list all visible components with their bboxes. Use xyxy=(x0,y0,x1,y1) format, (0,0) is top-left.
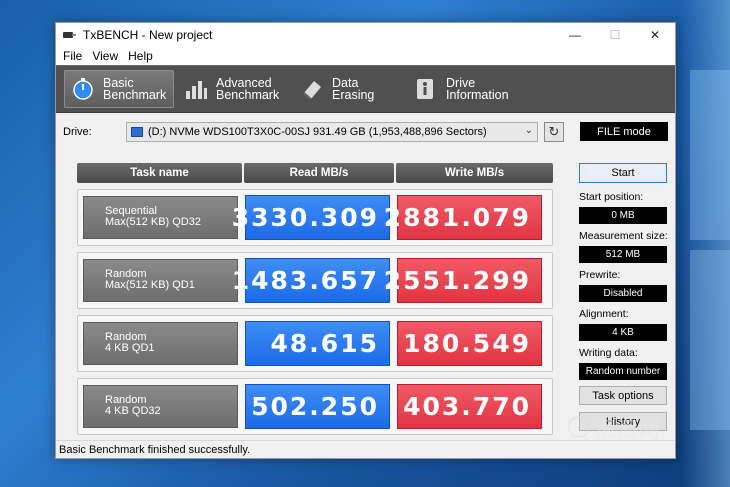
eraser-icon xyxy=(303,81,321,100)
menu-view[interactable]: View xyxy=(87,49,123,63)
task-name-button[interactable]: Random 4 KB QD32 xyxy=(83,385,238,428)
toolbar: Basic Benchmark Advanced Benchmark Data … xyxy=(56,65,675,113)
write-value: 2551.299 xyxy=(384,258,542,303)
app-window: TxBENCH - New project — ☐ ✕ File View He… xyxy=(55,22,676,459)
results-grid: Task name Read MB/s Write MB/s Sequentia… xyxy=(77,163,553,435)
tab-drive-information[interactable]: Drive Information xyxy=(408,70,520,108)
info-icon xyxy=(417,79,433,99)
task-name-button[interactable]: Sequential Max(512 KB) QD32 xyxy=(83,196,238,239)
start-button[interactable]: Start xyxy=(579,163,667,183)
header-write: Write MB/s xyxy=(396,163,553,183)
window-title: TxBENCH - New project xyxy=(83,28,213,42)
tab-label: Basic Benchmark xyxy=(103,76,167,102)
minimize-button[interactable]: — xyxy=(555,23,595,47)
task-name-button[interactable]: Random Max(512 KB) QD1 xyxy=(83,259,238,302)
app-drive-icon xyxy=(63,30,77,40)
start-position-label: Start position: xyxy=(579,191,644,203)
watermark: 泡泡网 xyxy=(568,412,698,442)
read-value: 48.615 xyxy=(245,321,390,366)
chevron-down-icon: ⌄ xyxy=(524,125,533,136)
drive-label: Drive: xyxy=(63,126,92,138)
tab-data-erasing[interactable]: Data Erasing xyxy=(294,70,404,108)
maximize-button[interactable]: ☐ xyxy=(595,23,635,47)
read-value: 502.250 xyxy=(245,384,390,429)
header-task-name: Task name xyxy=(77,163,242,183)
refresh-button[interactable]: ↻ xyxy=(544,122,564,142)
prewrite-label: Prewrite: xyxy=(579,269,621,281)
writing-data-label: Writing data: xyxy=(579,347,638,359)
result-row: Random 4 KB QD32 502.250 403.770 xyxy=(77,378,553,435)
menu-bar: File View Help xyxy=(56,47,675,65)
alignment-value[interactable]: 4 KB xyxy=(579,324,667,341)
header-read: Read MB/s xyxy=(244,163,394,183)
measurement-size-label: Measurement size: xyxy=(579,230,668,242)
watermark-logo-icon xyxy=(568,416,590,438)
menu-help[interactable]: Help xyxy=(123,49,158,63)
measurement-size-value[interactable]: 512 MB xyxy=(579,246,667,263)
write-value: 2881.079 xyxy=(384,195,542,240)
task-name-button[interactable]: Random 4 KB QD1 xyxy=(83,322,238,365)
write-value: 180.549 xyxy=(397,321,542,366)
stopwatch-icon xyxy=(73,78,93,100)
tab-label: Drive Information xyxy=(446,76,509,102)
task-options-button[interactable]: Task options xyxy=(579,386,667,405)
desktop-window-pane xyxy=(690,70,730,240)
title-bar: TxBENCH - New project — ☐ ✕ xyxy=(56,23,675,47)
file-mode-badge[interactable]: FILE mode xyxy=(580,122,668,141)
close-button[interactable]: ✕ xyxy=(635,23,675,47)
watermark-text: 泡泡网 xyxy=(594,417,661,442)
settings-panel: Start Start position: 0 MB Measurement s… xyxy=(579,163,669,431)
menu-file[interactable]: File xyxy=(58,49,87,63)
alignment-label: Alignment: xyxy=(579,308,629,320)
drive-icon xyxy=(131,127,143,137)
result-row: Random 4 KB QD1 48.615 180.549 xyxy=(77,315,553,372)
drive-selected-value: (D:) NVMe WDS100T3X0C-00SJ 931.49 GB (1,… xyxy=(148,126,487,138)
tab-basic-benchmark[interactable]: Basic Benchmark xyxy=(64,70,174,108)
write-value: 403.770 xyxy=(397,384,542,429)
tab-label: Advanced Benchmark xyxy=(216,76,280,102)
result-row: Random Max(512 KB) QD1 1483.657 2551.299 xyxy=(77,252,553,309)
read-value: 1483.657 xyxy=(232,258,390,303)
tab-advanced-benchmark[interactable]: Advanced Benchmark xyxy=(178,70,290,108)
bar-chart-icon xyxy=(186,81,207,99)
read-value: 3330.309 xyxy=(232,195,390,240)
results-header: Task name Read MB/s Write MB/s xyxy=(77,163,553,183)
status-bar: Basic Benchmark finished successfully. xyxy=(56,440,675,458)
desktop-window-pane xyxy=(690,250,730,430)
drive-select[interactable]: (D:) NVMe WDS100T3X0C-00SJ 931.49 GB (1,… xyxy=(126,122,538,142)
writing-data-value[interactable]: Random number xyxy=(579,363,667,380)
tab-label: Data Erasing xyxy=(332,76,375,102)
refresh-icon: ↻ xyxy=(548,124,560,140)
prewrite-value[interactable]: Disabled xyxy=(579,285,667,302)
start-position-value[interactable]: 0 MB xyxy=(579,207,667,224)
result-row: Sequential Max(512 KB) QD32 3330.309 288… xyxy=(77,189,553,246)
drive-row: Drive: (D:) NVMe WDS100T3X0C-00SJ 931.49… xyxy=(56,121,675,145)
